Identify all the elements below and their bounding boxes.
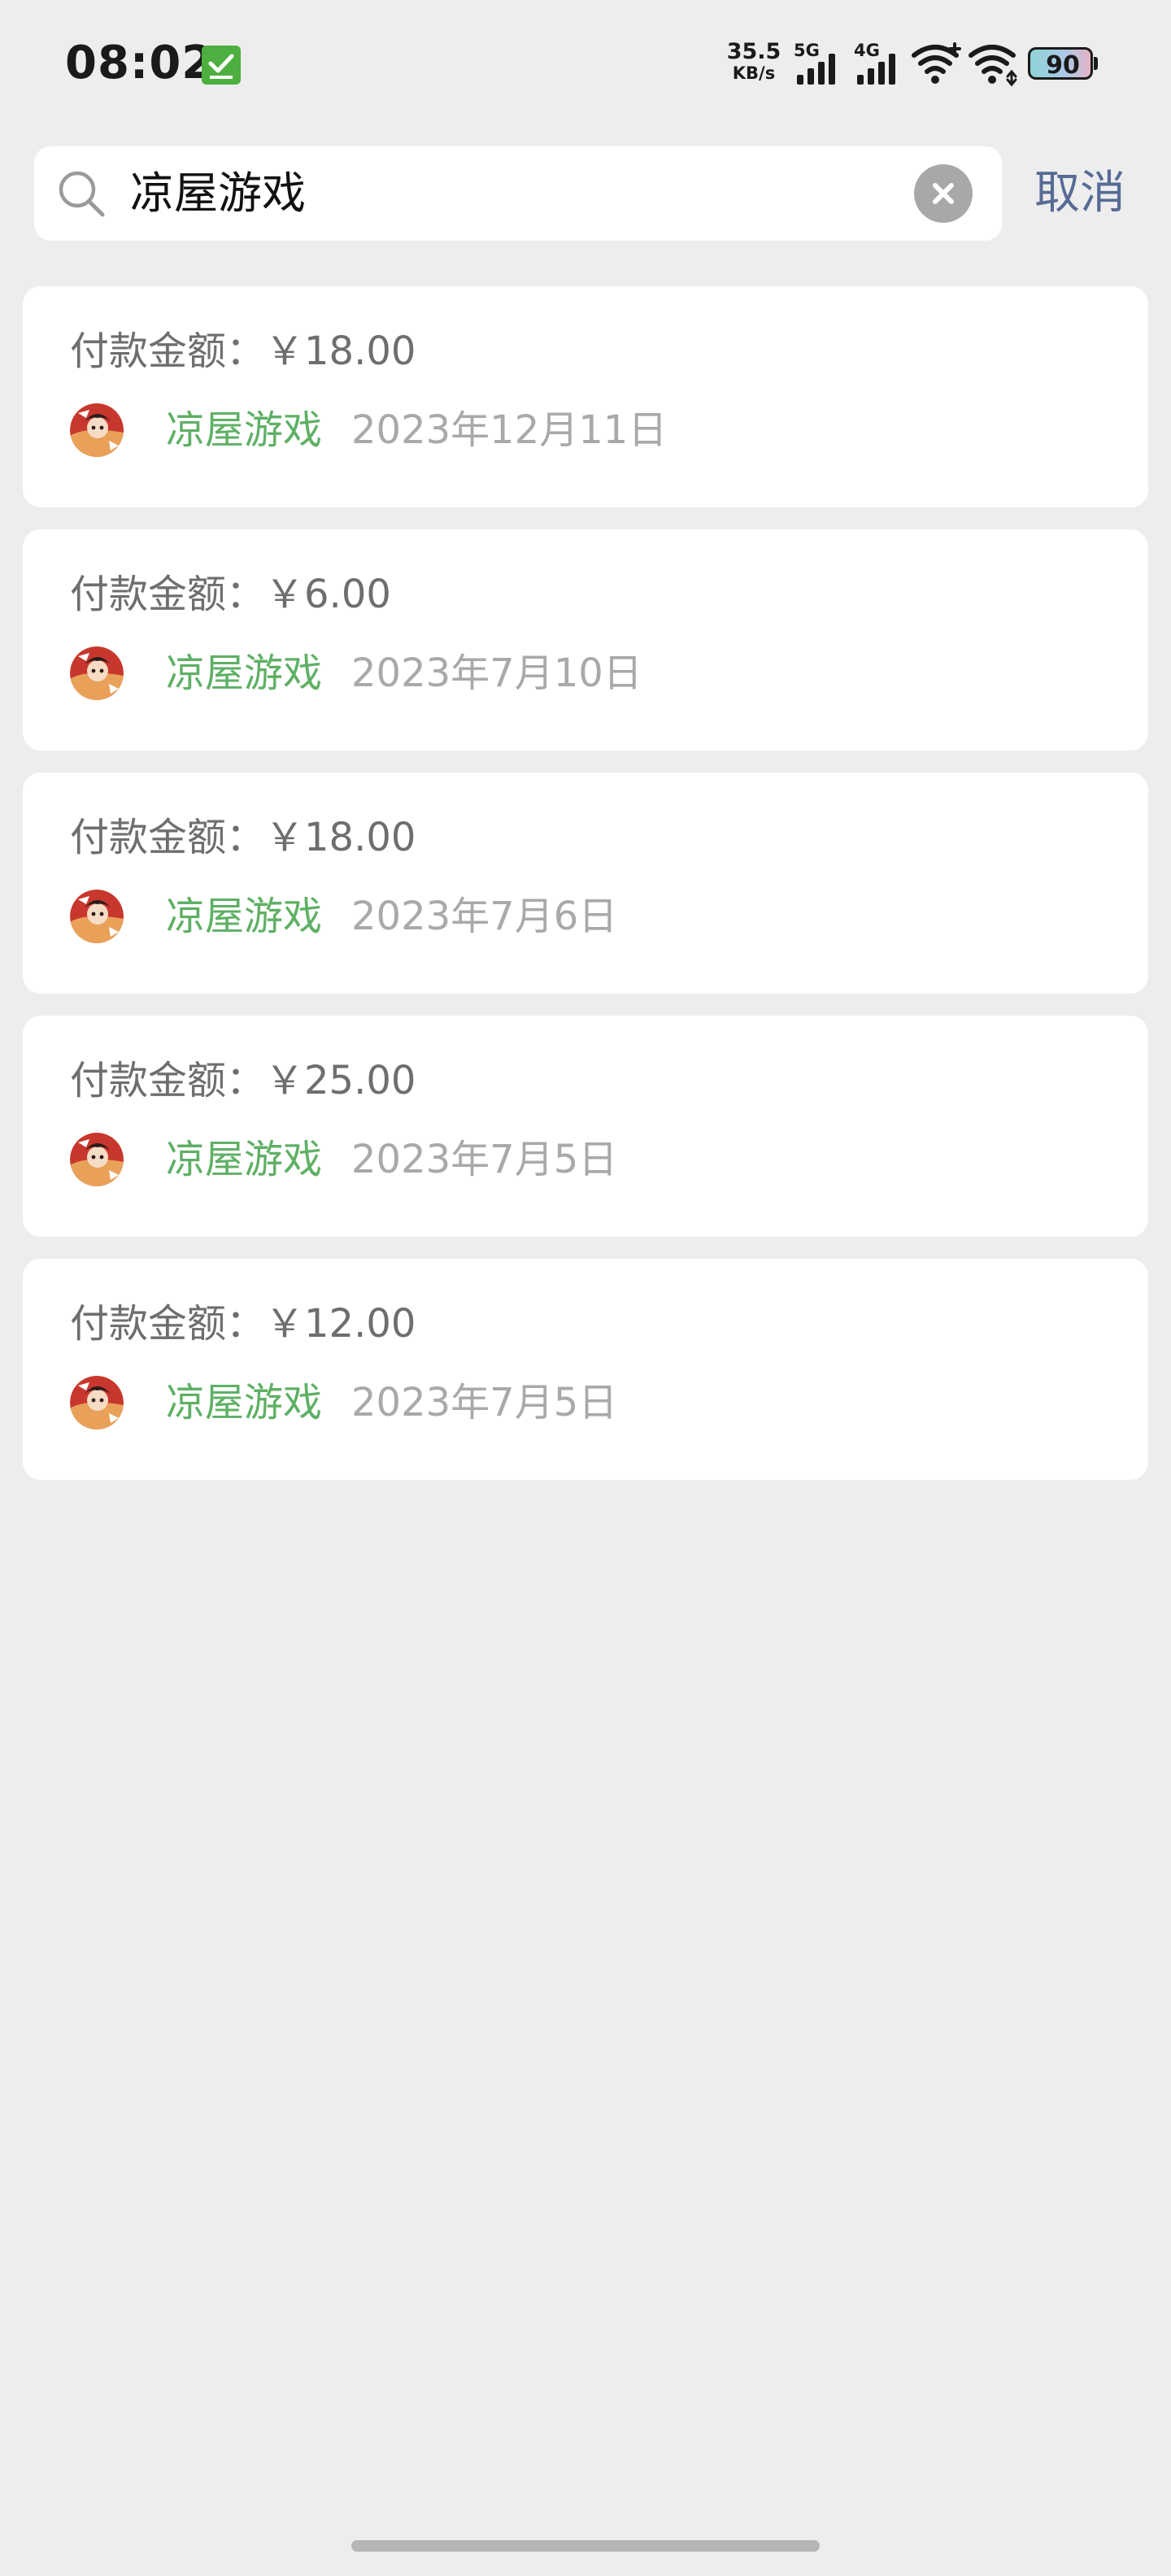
payment-date: 2023年7月10日	[351, 651, 642, 696]
payment-date: 2023年7月5日	[351, 1380, 618, 1425]
amount-label: 付款金额：	[70, 572, 266, 617]
clear-circle-icon[interactable]	[914, 164, 973, 223]
amount-row: 付款金额：￥6.00	[70, 568, 391, 620]
merchant-name: 凉屋游戏	[166, 1380, 323, 1425]
status-bar: 08:02 35.5 KB/s 5G 4G 90	[0, 0, 1171, 130]
merchant-name: 凉屋游戏	[166, 1137, 323, 1182]
payment-date: 2023年7月6日	[351, 894, 618, 939]
amount-value: ￥6.00	[265, 572, 391, 617]
merchant-avatar	[70, 1133, 124, 1186]
amount-value: ￥18.00	[265, 815, 416, 860]
amount-row: 付款金额：￥18.00	[70, 325, 416, 377]
payment-record-item[interactable]: 付款金额：￥18.00 凉屋游戏 2023年12月11日	[23, 286, 1148, 507]
wifi-icon	[968, 42, 1020, 91]
payment-record-item[interactable]: 付款金额：￥25.00 凉屋游戏 2023年7月5日	[23, 1016, 1148, 1237]
home-indicator[interactable]	[351, 2540, 820, 2552]
battery-level: 90	[1046, 51, 1080, 80]
cancel-button[interactable]: 取消	[1034, 163, 1125, 224]
search-input[interactable]: 凉屋游戏	[34, 146, 1002, 241]
network-speed: 35.5 KB/s	[725, 41, 782, 82]
search-results-list: 付款金额：￥18.00 凉屋游戏 2023年12月11日 付款金额：￥6.00 …	[23, 286, 1148, 1502]
merchant-avatar	[70, 403, 124, 457]
network-speed-unit: KB/s	[732, 63, 776, 83]
battery-icon: 90	[1028, 47, 1098, 81]
search-icon	[59, 171, 105, 217]
merchant-name: 凉屋游戏	[166, 894, 323, 939]
amount-label: 付款金额：	[70, 815, 266, 860]
amount-row: 付款金额：￥18.00	[70, 812, 416, 864]
merchant-name: 凉屋游戏	[166, 651, 323, 696]
amount-value: ￥12.00	[265, 1301, 416, 1347]
search-query[interactable]: 凉屋游戏	[130, 166, 306, 221]
merchant-avatar	[70, 646, 124, 700]
payment-record-item[interactable]: 付款金额：￥18.00 凉屋游戏 2023年7月6日	[23, 772, 1148, 994]
amount-label: 付款金额：	[70, 1301, 266, 1347]
merchant-avatar	[70, 890, 124, 943]
check-square-icon	[202, 46, 241, 85]
wifi-hotspot-icon	[911, 42, 963, 91]
payment-date: 2023年12月11日	[351, 407, 668, 453]
amount-value: ￥18.00	[265, 329, 416, 374]
merchant-avatar	[70, 1376, 124, 1429]
amount-row: 付款金额：￥25.00	[70, 1055, 416, 1107]
amount-value: ￥25.00	[265, 1058, 416, 1103]
payment-record-item[interactable]: 付款金额：￥12.00 凉屋游戏 2023年7月5日	[23, 1259, 1148, 1480]
payment-date: 2023年7月5日	[351, 1137, 618, 1182]
amount-label: 付款金额：	[70, 329, 266, 374]
amount-row: 付款金额：￥12.00	[70, 1298, 416, 1350]
network-speed-value: 35.5	[726, 39, 781, 64]
amount-label: 付款金额：	[70, 1058, 266, 1103]
merchant-name: 凉屋游戏	[166, 407, 323, 453]
payment-record-item[interactable]: 付款金额：￥6.00 凉屋游戏 2023年7月10日	[23, 529, 1148, 751]
status-time: 08:02	[65, 37, 215, 89]
